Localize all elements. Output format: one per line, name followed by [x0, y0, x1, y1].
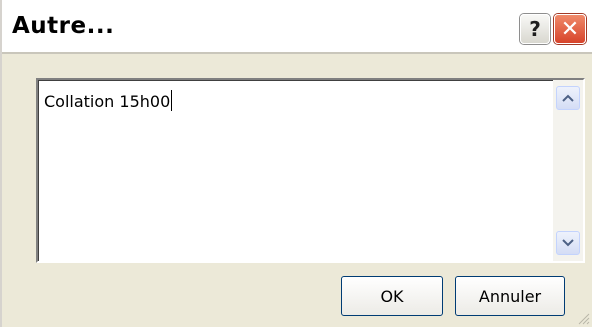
help-icon: ? [529, 17, 541, 41]
text-caret [171, 90, 173, 111]
scroll-down-button[interactable] [556, 231, 580, 255]
cancel-button[interactable]: Annuler [455, 276, 565, 316]
dialog-window: Autre... ? ✕ Collation 15h00 OK Annuler [0, 0, 592, 327]
dialog-title: Autre... [12, 13, 115, 39]
text-input-area[interactable]: Collation 15h00 [36, 78, 585, 263]
chevron-down-icon [562, 239, 574, 247]
text-input-value: Collation 15h00 [44, 90, 173, 111]
close-icon: ✕ [560, 16, 580, 42]
resize-grip-icon[interactable] [576, 311, 590, 325]
chevron-up-icon [562, 94, 574, 102]
ok-button[interactable]: OK [341, 276, 443, 316]
help-button[interactable]: ? [520, 14, 550, 44]
title-bar[interactable]: Autre... ? ✕ [2, 0, 592, 54]
close-button[interactable]: ✕ [554, 14, 586, 44]
vertical-scrollbar[interactable] [553, 80, 583, 261]
scroll-up-button[interactable] [556, 86, 580, 110]
